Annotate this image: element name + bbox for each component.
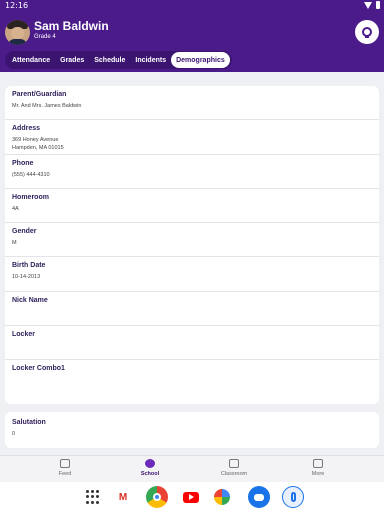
field-locker: Locker xyxy=(5,326,379,361)
tab-demographics[interactable]: Demographics xyxy=(171,52,230,68)
nav-school[interactable]: School xyxy=(120,459,180,477)
parent-value: Mr. And Mrs. James Baldwin xyxy=(12,103,82,109)
more-icon xyxy=(313,459,323,468)
youtube-icon[interactable] xyxy=(180,486,202,508)
nick-name-label: Nick Name xyxy=(12,296,48,304)
avatar xyxy=(5,20,30,45)
nav-more[interactable]: More xyxy=(288,459,348,477)
home-icon xyxy=(60,459,70,468)
salutation-label: Salutation xyxy=(12,419,46,426)
status-bar: 12:16 xyxy=(0,0,384,12)
nav-feed-label: Feed xyxy=(58,471,72,477)
bottom-nav: Feed School Classroom More xyxy=(0,455,384,482)
birth-date-value: 10-14-2013 xyxy=(12,274,41,281)
account-switch-icon xyxy=(362,27,372,38)
student-header: Sam Baldwin Grade 4 Attendance Grades Sc… xyxy=(0,12,384,72)
gmail-icon[interactable]: M xyxy=(112,486,134,508)
tab-schedule[interactable]: Schedule xyxy=(89,52,130,68)
tab-grades[interactable]: Grades xyxy=(55,52,89,68)
nav-school-label: School xyxy=(140,471,160,477)
tab-attendance[interactable]: Attendance xyxy=(7,52,55,68)
photos-icon[interactable] xyxy=(214,489,230,505)
nav-feed[interactable]: Feed xyxy=(35,459,95,477)
parent-label: Parent/Guardian xyxy=(12,91,67,98)
chrome-icon[interactable] xyxy=(146,486,168,508)
messages-icon[interactable] xyxy=(248,486,270,508)
field-salutation: Salutation 0 xyxy=(5,412,379,448)
birth-date-label: Birth Date xyxy=(12,262,46,270)
salutation-value: 0 xyxy=(12,431,16,437)
homeroom-label: Homeroom xyxy=(12,193,49,201)
address-value: 369 Honey Avenue Hampden, MA 01015 xyxy=(12,137,64,152)
classroom-icon xyxy=(229,459,239,468)
gender-value: M xyxy=(12,240,17,247)
salutation-card: Salutation 0 xyxy=(5,412,379,448)
homeroom-value: 4A xyxy=(12,205,19,212)
field-nick-name: Nick Name xyxy=(5,292,379,327)
switch-student-button[interactable] xyxy=(355,20,379,44)
field-birth-date: Birth Date 10-14-2013 xyxy=(5,257,379,292)
student-grade: Grade 4 xyxy=(34,34,56,40)
locker-label: Locker xyxy=(12,331,35,339)
field-address: Address 369 Honey Avenue Hampden, MA 010… xyxy=(5,120,379,155)
nav-classroom[interactable]: Classroom xyxy=(204,459,264,477)
address-label: Address xyxy=(12,125,41,133)
tab-incidents[interactable]: Incidents xyxy=(130,52,171,68)
field-locker-combo: Locker Combo1 xyxy=(5,360,379,394)
nav-classroom-label: Classroom xyxy=(220,471,248,477)
field-parent: Parent/Guardian Mr. And Mrs. James Baldw… xyxy=(5,86,379,121)
phone-value: (555) 444-4310 xyxy=(12,171,50,178)
field-phone: Phone (555) 444-4310 xyxy=(5,155,379,189)
tab-bar: Attendance Grades Schedule Incidents Dem… xyxy=(5,51,232,69)
app-drawer-icon[interactable] xyxy=(86,490,100,504)
field-homeroom: Homeroom 4A xyxy=(5,189,379,224)
android-taskbar: M xyxy=(0,482,384,512)
locker-combo-label: Locker Combo1 xyxy=(12,365,65,373)
phone-label: Phone xyxy=(12,159,34,167)
demographics-card: Parent/Guardian Mr. And Mrs. James Baldw… xyxy=(5,86,379,404)
wifi-icon xyxy=(364,1,372,9)
status-time: 12:16 xyxy=(5,1,29,10)
battery-icon xyxy=(376,1,380,9)
student-name: Sam Baldwin xyxy=(34,19,109,33)
phone-icon[interactable] xyxy=(282,486,304,508)
status-icons xyxy=(364,1,380,9)
nav-more-label: More xyxy=(311,471,325,477)
school-icon xyxy=(145,459,155,468)
field-gender: Gender M xyxy=(5,223,379,258)
gender-label: Gender xyxy=(12,228,37,236)
